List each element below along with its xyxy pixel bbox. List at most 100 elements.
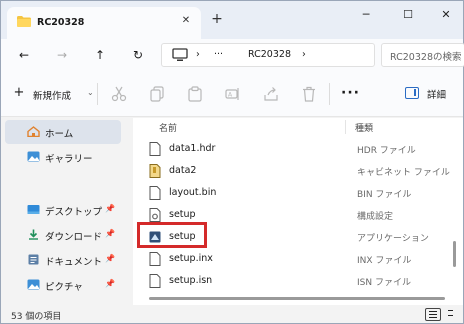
tab-rc20328[interactable]: RC20328 ✕ [7, 7, 201, 39]
folder-icon [17, 16, 31, 27]
file-icon [149, 186, 161, 200]
copy-icon[interactable] [149, 86, 165, 102]
chevron-down-icon: ⌄ [87, 88, 94, 97]
back-button[interactable]: ← [15, 47, 33, 63]
details-pane-icon [405, 87, 419, 99]
address-path[interactable]: › ··· RC20328 › [161, 43, 375, 67]
file-type: キャビネット ファイル [357, 168, 450, 178]
up-button[interactable]: ↑ [91, 47, 109, 63]
sidebar-item-pictures[interactable]: ピクチャ 📌 [5, 273, 121, 297]
list-line [429, 311, 437, 312]
table-row[interactable]: setup.isn ISN ファイル [139, 270, 455, 292]
tile-line [448, 310, 453, 311]
file-name: layout.bin [169, 187, 217, 198]
breadcrumb-separator: › [196, 49, 200, 60]
file-name: data1.hdr [169, 143, 216, 154]
minimize-button[interactable]: ─ [353, 7, 379, 23]
list-line [429, 317, 437, 318]
file-list: 名前 種類 data1.hdr HDR ファイル data2 キャビネット ファ… [133, 118, 463, 305]
search-input[interactable]: RC20328の検索 [381, 43, 464, 67]
address-bar-row: ← → ↑ ↻ › ··· RC20328 › RC20328の検索 [1, 39, 464, 71]
navigation-pane: ホーム ギャラリー デスクトップ 📌 ダウンロード 📌 ドキュメント 📌 ピクチ… [1, 118, 129, 305]
tab-close-icon[interactable]: ✕ [179, 14, 193, 28]
file-name: setup [169, 209, 196, 220]
file-icon [149, 252, 161, 266]
sidebar-item-label: ホーム [45, 129, 74, 140]
search-placeholder: RC20328の検索 [390, 52, 462, 63]
picture-icon [27, 279, 40, 290]
cut-icon[interactable] [111, 86, 127, 102]
pin-icon[interactable]: 📌 [105, 279, 115, 288]
details-view-button[interactable] [425, 308, 441, 321]
sidebar-item-home[interactable]: ホーム [5, 120, 121, 144]
sidebar-item-gallery[interactable]: ギャラリー [5, 145, 121, 169]
sidebar-item-label: ギャラリー [45, 154, 93, 165]
sidebar-item-downloads[interactable]: ダウンロード 📌 [5, 223, 121, 247]
table-row[interactable]: data2 キャビネット ファイル [139, 160, 455, 182]
highlight-annotation [137, 222, 207, 248]
column-divider[interactable] [345, 120, 346, 134]
home-icon [27, 126, 40, 137]
vertical-scrollbar[interactable] [453, 241, 456, 267]
more-options-button[interactable]: ··· [341, 85, 360, 101]
tab-title: RC20328 [37, 17, 85, 28]
gallery-icon [27, 151, 40, 162]
share-icon[interactable] [263, 86, 279, 102]
file-type: HDR ファイル [357, 146, 416, 156]
divider [329, 83, 330, 105]
new-tab-button[interactable]: + [209, 11, 225, 27]
file-type: 構成設定 [357, 212, 394, 222]
command-bar: + 新規作成 ⌄ A ··· 詳細 [1, 71, 463, 117]
divider [97, 83, 98, 105]
sidebar-item-label: ドキュメント [45, 257, 103, 268]
file-explorer-window: RC20328 ✕ + ─ ☐ ✕ ← → ↑ ↻ › ··· RC20328 … [0, 0, 464, 324]
sidebar-item-documents[interactable]: ドキュメント 📌 [5, 248, 121, 272]
delete-icon[interactable] [301, 86, 317, 102]
column-headers: 名前 種類 [133, 118, 463, 136]
close-window-button[interactable]: ✕ [433, 7, 459, 23]
details-label: 詳細 [427, 90, 447, 101]
tile-line [448, 315, 453, 316]
file-type: ISN ファイル [357, 278, 411, 288]
pin-icon[interactable]: 📌 [105, 229, 115, 238]
file-type: アプリケーション [357, 234, 429, 244]
file-type: BIN ファイル [357, 190, 412, 200]
file-name: data2 [169, 165, 197, 176]
new-button-label: 新規作成 [33, 91, 72, 102]
computer-icon [172, 48, 188, 61]
breadcrumb-separator: › [302, 49, 306, 60]
file-name: setup.isn [169, 275, 213, 286]
horizontal-scrollbar[interactable] [149, 297, 445, 300]
sidebar-item-label: ピクチャ [45, 282, 83, 293]
table-row[interactable]: setup.inx INX ファイル [139, 248, 455, 270]
rename-icon[interactable]: A [225, 86, 241, 102]
desktop-icon [27, 205, 40, 214]
table-row[interactable]: layout.bin BIN ファイル [139, 182, 455, 204]
refresh-button[interactable]: ↻ [129, 47, 147, 63]
breadcrumb-ellipsis[interactable]: ··· [214, 49, 223, 60]
column-header-name[interactable]: 名前 [159, 121, 177, 134]
sidebar-item-label: デスクトップ [45, 207, 103, 218]
download-icon [29, 229, 38, 240]
maximize-button[interactable]: ☐ [395, 7, 421, 23]
file-icon [149, 274, 161, 288]
sidebar-item-desktop[interactable]: デスクトップ 📌 [5, 198, 121, 222]
settings-file-icon [149, 208, 161, 222]
cabinet-icon [149, 164, 161, 178]
column-header-type[interactable]: 種類 [355, 121, 373, 134]
status-bar: 53 個の項目 [1, 305, 463, 323]
list-line [429, 314, 437, 315]
pin-icon[interactable]: 📌 [105, 254, 115, 263]
tiles-view-button[interactable] [445, 308, 461, 321]
pin-icon[interactable]: 📌 [105, 204, 115, 213]
file-icon [149, 142, 161, 156]
item-count: 53 個の項目 [11, 312, 62, 322]
file-type: INX ファイル [357, 256, 412, 266]
file-name: setup.inx [169, 253, 213, 264]
document-icon [28, 254, 39, 265]
sidebar-item-label: ダウンロード [45, 232, 103, 243]
paste-icon[interactable] [187, 86, 203, 102]
breadcrumb-folder[interactable]: RC20328 [248, 49, 291, 60]
table-row[interactable]: data1.hdr HDR ファイル [139, 138, 455, 160]
forward-button[interactable]: → [53, 47, 71, 63]
